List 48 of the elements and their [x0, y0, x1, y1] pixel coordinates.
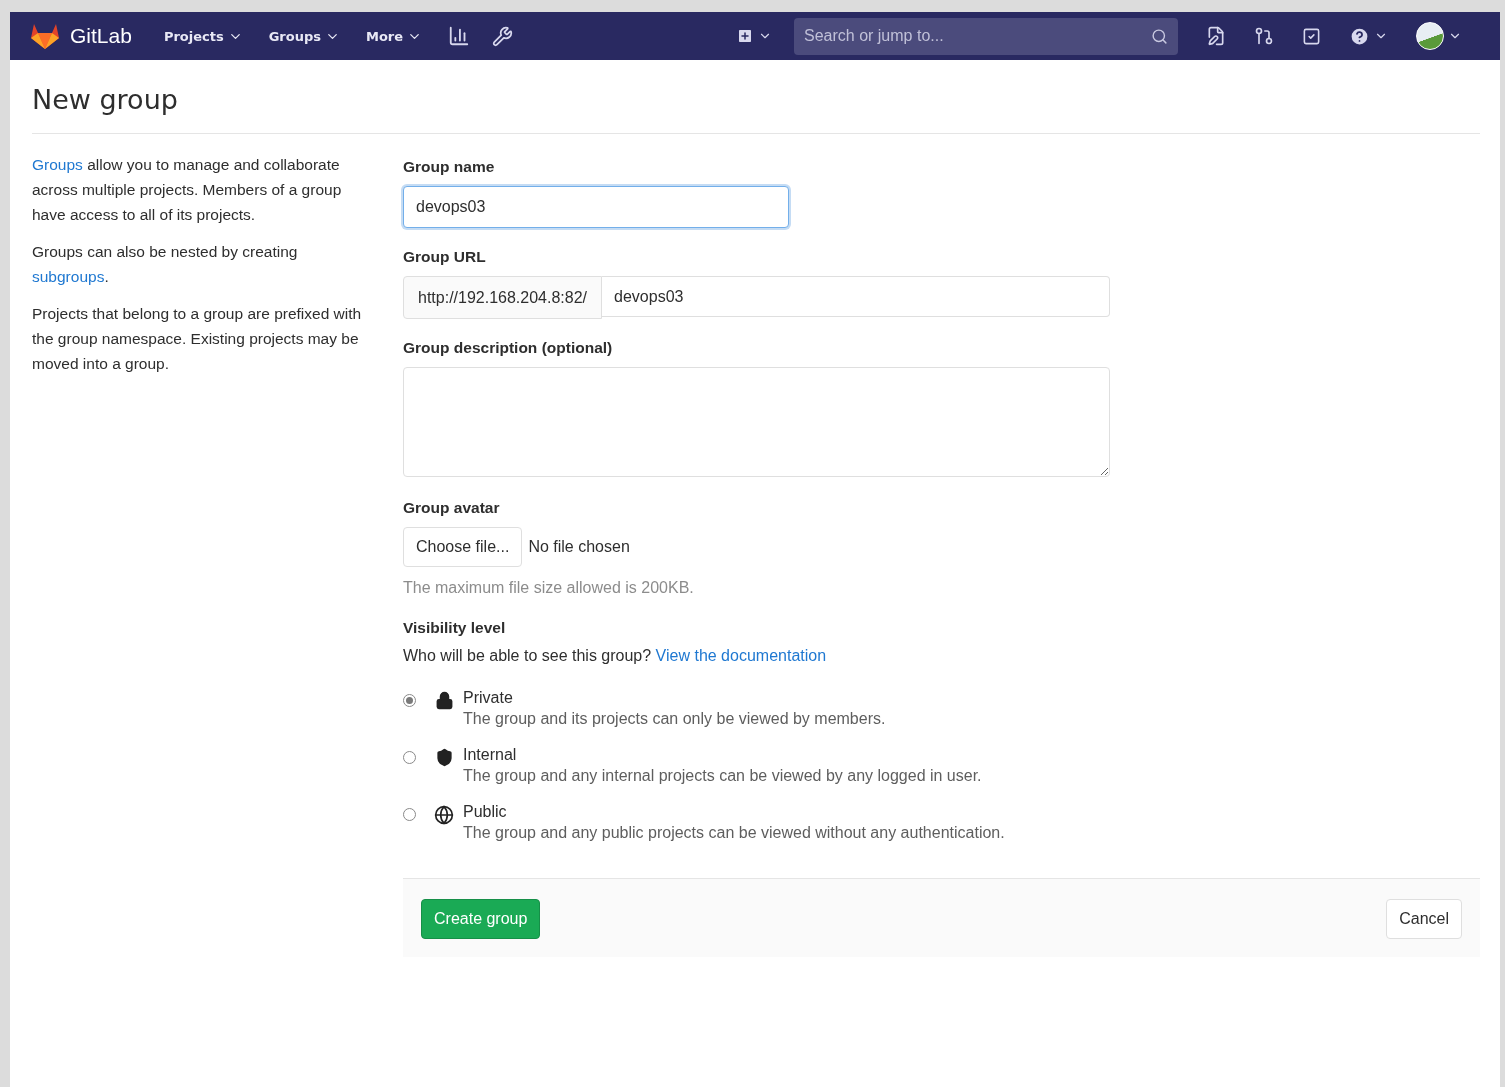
visibility-option-description: The group and its projects can only be viewed by members. [463, 710, 886, 728]
new-dropdown-button[interactable] [736, 27, 772, 45]
search-field[interactable]: Search or jump to... [794, 17, 1178, 55]
visibility-option-description: The group and any internal projects can be viewed by any logged in user. [463, 767, 982, 785]
visibility-option-description: The group and any public projects can be viewed without any authentication. [463, 824, 1005, 842]
page-title: New group [32, 60, 1480, 134]
group-name-field[interactable]: devops03 [403, 186, 789, 228]
question-icon [1349, 25, 1370, 47]
lock-icon [434, 691, 454, 710]
globe-icon [434, 805, 454, 825]
search-icon [1151, 27, 1168, 45]
visibility-prompt: Who will be able to see this group? View the documentation [403, 647, 828, 665]
chart-button[interactable] [448, 25, 471, 47]
todos-button[interactable] [1302, 26, 1321, 46]
help-link[interactable]: Groups [32, 156, 83, 173]
help-paragraph: Projects that belong to a group are prefixed with the group namespace. Existing projects may be moved into a group. [32, 304, 363, 374]
issues-button[interactable] [1206, 26, 1226, 46]
brand-name[interactable]: GitLab [70, 24, 132, 48]
merge-requests-button[interactable] [1254, 26, 1274, 46]
field-label: Group URL [403, 248, 487, 266]
field-label: Group avatar [403, 499, 501, 517]
fox-logo-icon [30, 22, 60, 50]
visibility-option-label[interactable]: Public [463, 803, 1005, 821]
field-label: Group description (optional) [403, 339, 614, 357]
group-path-field[interactable]: devops03 [602, 276, 1110, 317]
user-menu-button[interactable] [1416, 22, 1462, 50]
wrench-button[interactable] [492, 25, 514, 47]
nav-menu[interactable]: Projects [163, 28, 243, 44]
help-paragraph: Groups can also be nested by creating subgroups. [32, 242, 299, 287]
field-label: Group name [403, 158, 496, 176]
visibility-option-label[interactable]: Private [463, 689, 886, 707]
help-paragraph: Groups allow you to manage and collaborate across multiple projects. Members of a group have access to all of its projects. [32, 155, 343, 225]
visibility-option-label[interactable]: Internal [463, 746, 982, 764]
plus-square-icon [736, 27, 754, 45]
documentation-link[interactable]: View the documentation [655, 647, 827, 664]
description-field[interactable] [403, 367, 1110, 477]
shield-icon [434, 748, 454, 767]
url-prefix: http://192.168.204.8:82/ [403, 276, 603, 319]
choose-file-button[interactable]: Choose file... [403, 527, 523, 567]
cancel-button[interactable]: Cancel [1386, 899, 1462, 939]
help-button[interactable] [1349, 25, 1388, 47]
nav-menu[interactable]: Groups [268, 28, 340, 44]
file-status: No file chosen [528, 538, 630, 556]
avatar-icon [1416, 22, 1444, 50]
field-label: Visibility level [403, 619, 507, 637]
help-link[interactable]: subgroups [32, 268, 105, 285]
file-size-hint: The maximum file size allowed is 200KB. [403, 579, 695, 597]
nav-menu[interactable]: More [366, 28, 423, 44]
